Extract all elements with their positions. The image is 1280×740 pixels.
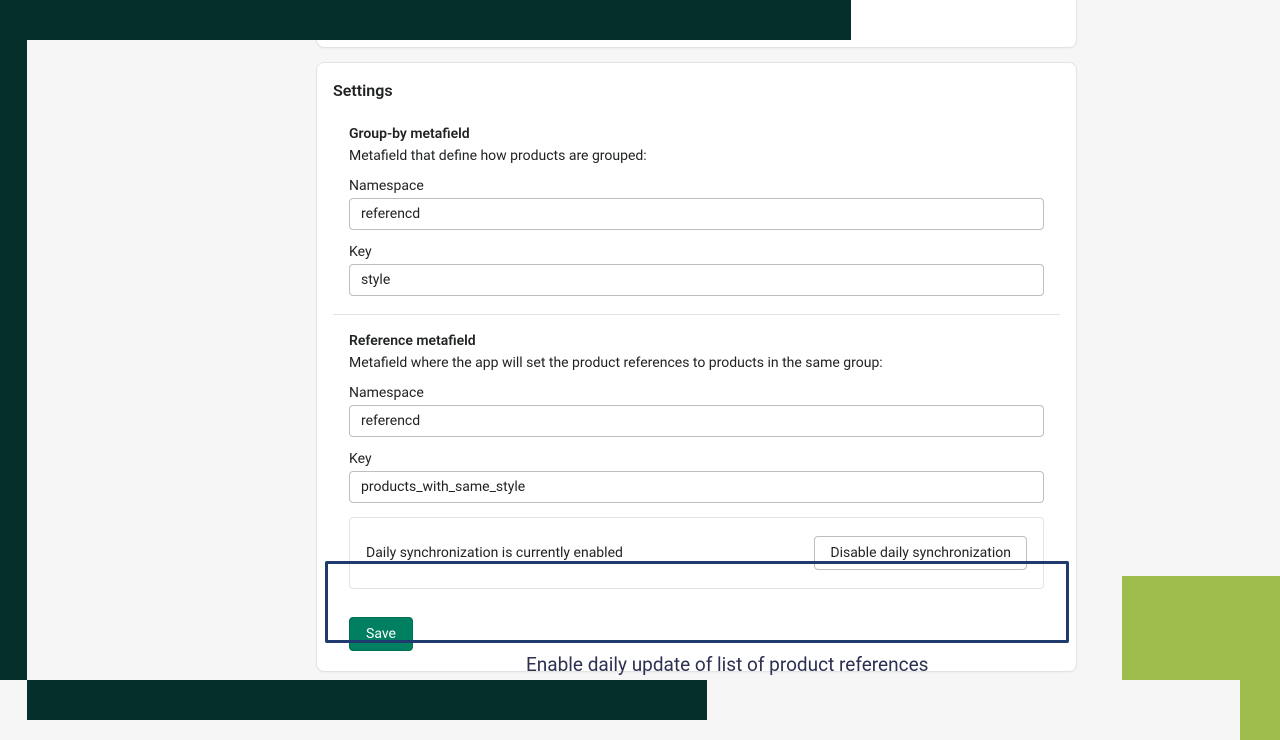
reference-title: Reference metafield xyxy=(349,333,1044,349)
reference-namespace-input[interactable] xyxy=(349,405,1044,437)
namespace-label: Namespace xyxy=(349,178,1044,194)
decorative-banner-top xyxy=(0,0,851,40)
save-button[interactable]: Save xyxy=(349,617,413,651)
decorative-green-shape xyxy=(1240,576,1280,740)
disable-daily-sync-button[interactable]: Disable daily synchronization xyxy=(814,536,1027,570)
group-by-description: Metafield that define how products are g… xyxy=(349,148,1044,164)
reference-namespace-field: Namespace xyxy=(349,385,1044,437)
group-by-namespace-field: Namespace xyxy=(349,178,1044,230)
group-by-key-field: Key xyxy=(349,244,1044,296)
namespace-label: Namespace xyxy=(349,385,1044,401)
daily-sync-panel: Daily synchronization is currently enabl… xyxy=(349,517,1044,589)
key-label: Key xyxy=(349,244,1044,260)
main-content: Synchronization Start synchronization Se… xyxy=(316,0,1077,672)
group-by-title: Group-by metafield xyxy=(349,126,1044,142)
save-row: Save xyxy=(333,617,1060,651)
annotation-caption: Enable daily update of list of product r… xyxy=(526,653,928,676)
settings-title: Settings xyxy=(333,81,1060,100)
decorative-banner-bottom xyxy=(27,680,707,720)
group-by-key-input[interactable] xyxy=(349,264,1044,296)
reference-section: Reference metafield Metafield where the … xyxy=(333,314,1060,607)
settings-card: Settings Group-by metafield Metafield th… xyxy=(316,62,1077,672)
reference-description: Metafield where the app will set the pro… xyxy=(349,355,1044,371)
group-by-namespace-input[interactable] xyxy=(349,198,1044,230)
daily-sync-status: Daily synchronization is currently enabl… xyxy=(366,545,623,561)
group-by-section: Group-by metafield Metafield that define… xyxy=(333,126,1060,314)
reference-key-field: Key xyxy=(349,451,1044,503)
decorative-banner-left xyxy=(0,0,27,680)
key-label: Key xyxy=(349,451,1044,467)
reference-key-input[interactable] xyxy=(349,471,1044,503)
